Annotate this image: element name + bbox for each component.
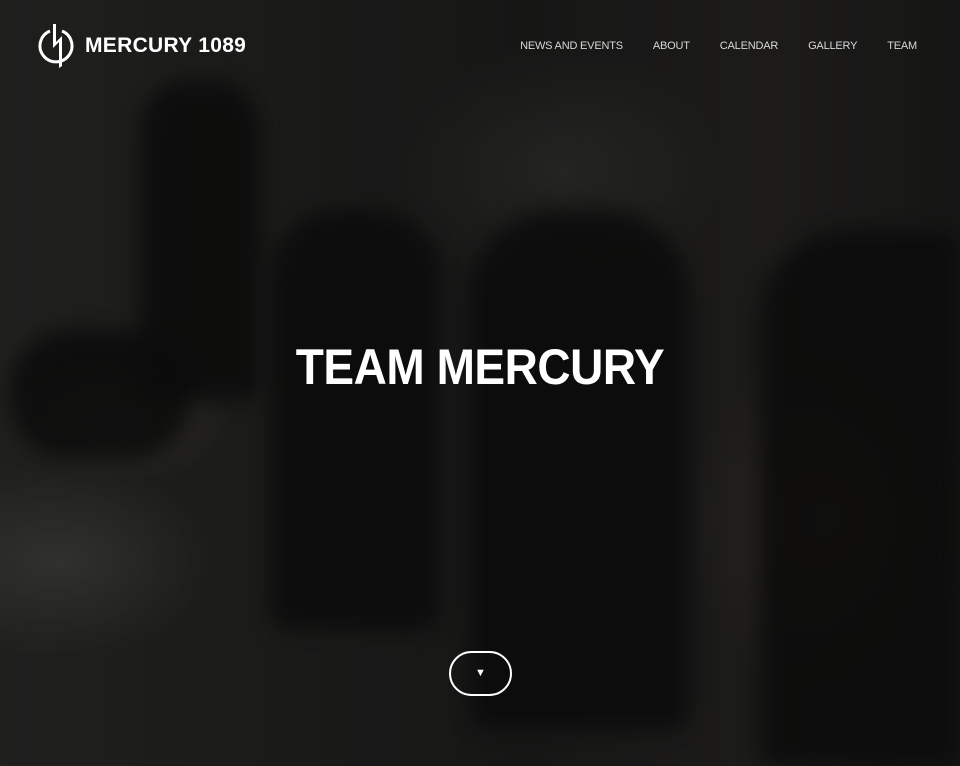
mercury-bolt-logo-icon (38, 24, 74, 68)
page-title: TEAM MERCURY (295, 339, 665, 395)
nav-news-and-events[interactable]: NEWS AND EVENTS (520, 40, 623, 52)
nav-team[interactable]: TEAM (887, 40, 917, 52)
nav-about[interactable]: ABOUT (653, 40, 690, 52)
nav-calendar[interactable]: CALENDAR (720, 40, 779, 52)
nav-gallery[interactable]: GALLERY (808, 40, 857, 52)
scroll-down-button[interactable]: ▼ (449, 651, 512, 696)
brand-logo-link[interactable]: MERCURY 1089 (37, 22, 246, 70)
brand-name: MERCURY 1089 (85, 34, 247, 57)
main-nav: NEWS AND EVENTS ABOUT CALENDAR GALLERY T… (520, 40, 917, 52)
caret-down-icon: ▼ (475, 667, 486, 679)
